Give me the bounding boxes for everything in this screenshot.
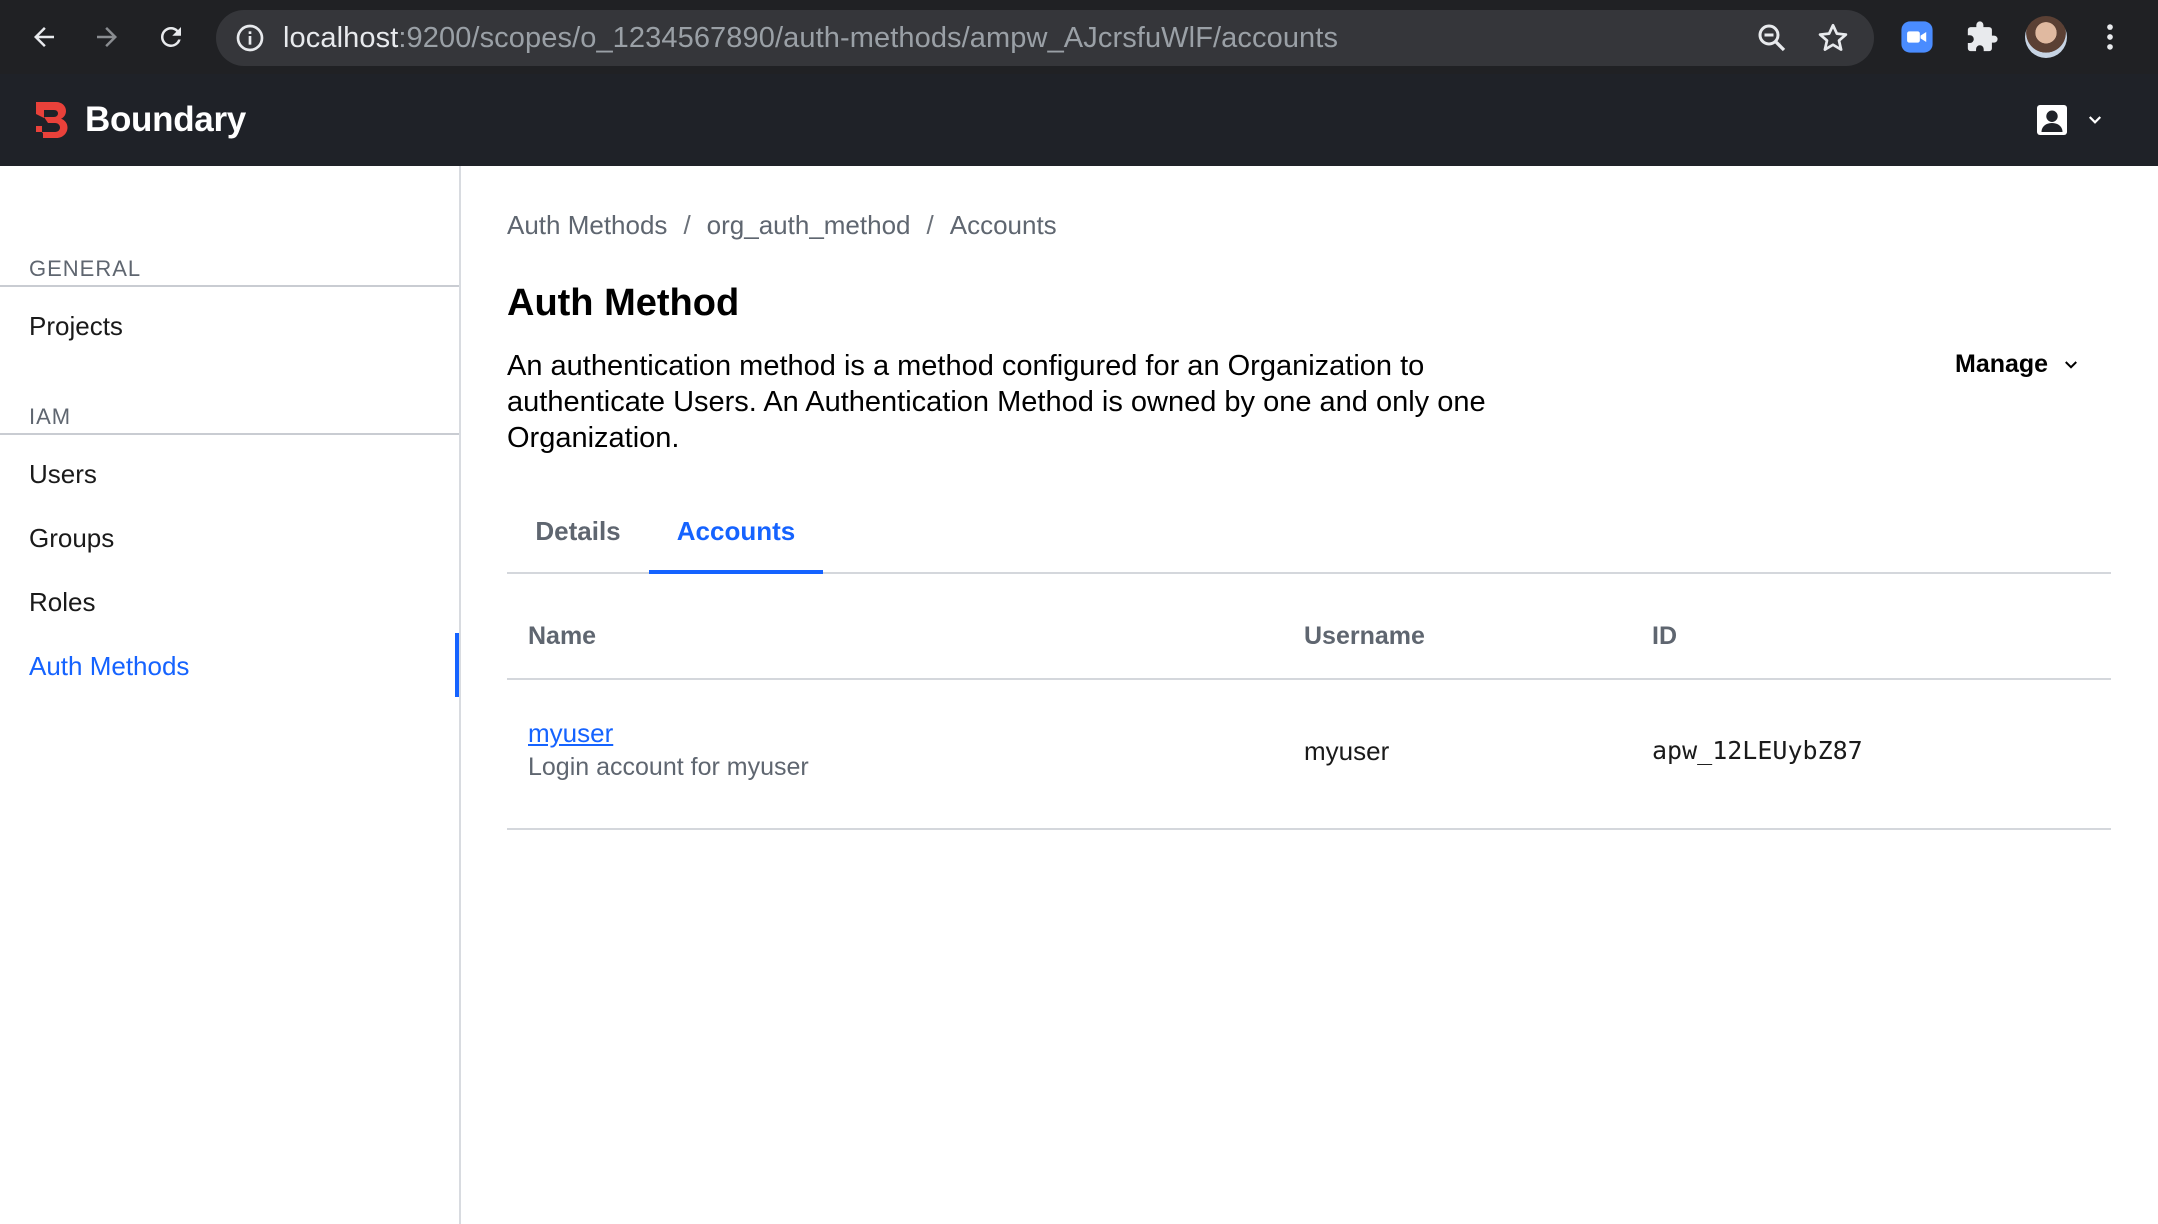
sidebar-item-groups[interactable]: Groups	[29, 523, 114, 554]
tab-accounts[interactable]: Accounts	[649, 486, 823, 574]
breadcrumb-separator: /	[683, 210, 691, 240]
boundary-logo-icon[interactable]	[34, 100, 70, 140]
reload-icon[interactable]	[148, 14, 194, 60]
divider	[0, 285, 459, 287]
sidebar: GENERAL Projects IAM Users Groups Roles …	[0, 166, 461, 1224]
breadcrumb-auth-method[interactable]: org_auth_method	[707, 210, 911, 240]
chevron-down-icon	[2086, 111, 2104, 129]
account-name-cell: myuser Login account for myuser	[528, 718, 809, 782]
tab-details[interactable]: Details	[507, 486, 649, 572]
zoom-icon[interactable]	[1754, 20, 1790, 56]
brand-name[interactable]: Boundary	[85, 74, 246, 166]
chevron-down-icon	[2065, 360, 2078, 369]
column-header-name: Name	[528, 622, 597, 650]
breadcrumb-auth-methods[interactable]: Auth Methods	[507, 210, 667, 240]
profile-avatar[interactable]	[2025, 16, 2067, 58]
breadcrumb-separator: /	[926, 210, 934, 240]
active-indicator	[455, 633, 459, 697]
user-icon	[2034, 102, 2070, 138]
extensions-icon[interactable]	[1965, 20, 1999, 54]
app-header: Boundary	[0, 74, 2158, 166]
manage-label: Manage	[1955, 350, 2049, 378]
account-id: apw_12LEUybZ87	[1652, 736, 1863, 765]
sidebar-heading-general: GENERAL	[29, 256, 142, 281]
table-header: Name Username ID	[507, 586, 2111, 680]
breadcrumb: Auth Methods / org_auth_method / Accounts	[507, 210, 1057, 241]
user-menu-button[interactable]	[2034, 102, 2114, 142]
url-text[interactable]: localhost:9200/scopes/o_1234567890/auth-…	[283, 10, 1338, 66]
account-name-link[interactable]: myuser	[528, 718, 613, 748]
browser-toolbar: localhost:9200/scopes/o_1234567890/auth-…	[0, 0, 2158, 74]
url-host: localhost	[283, 22, 399, 54]
breadcrumb-current: Accounts	[949, 210, 1057, 240]
zoom-extension-icon[interactable]	[1900, 20, 1934, 54]
sidebar-item-auth-methods[interactable]: Auth Methods	[29, 651, 189, 682]
accounts-table: Name Username ID myuser Login account fo…	[507, 586, 2111, 830]
address-bar[interactable]: localhost:9200/scopes/o_1234567890/auth-…	[216, 10, 1874, 66]
main-content: Auth Methods / org_auth_method / Accounts Au…	[461, 166, 2158, 1224]
column-header-id: ID	[1652, 622, 1677, 650]
manage-dropdown-button[interactable]: Manage	[1955, 350, 2080, 379]
forward-icon[interactable]	[84, 14, 130, 60]
info-icon[interactable]	[234, 22, 266, 54]
sidebar-item-projects[interactable]: Projects	[29, 311, 123, 342]
sidebar-item-users[interactable]: Users	[29, 459, 97, 490]
page-description: An authentication method is a method con…	[507, 350, 1486, 454]
column-header-username: Username	[1304, 622, 1425, 650]
sidebar-heading-iam: IAM	[29, 404, 72, 429]
back-icon[interactable]	[21, 14, 67, 60]
account-description: Login account for myuser	[528, 753, 809, 781]
page-title: Auth Method	[507, 282, 740, 324]
sidebar-item-roles[interactable]: Roles	[29, 587, 95, 618]
account-username: myuser	[1304, 736, 1390, 766]
tab-bar: Details Accounts	[507, 486, 2111, 574]
url-path: :9200/scopes/o_1234567890/auth-methods/a…	[398, 22, 1339, 54]
table-row: myuser Login account for myuser myuser a…	[507, 680, 2111, 830]
star-icon[interactable]	[1815, 20, 1851, 56]
kebab-menu-icon[interactable]	[2093, 20, 2127, 54]
divider	[0, 433, 459, 435]
